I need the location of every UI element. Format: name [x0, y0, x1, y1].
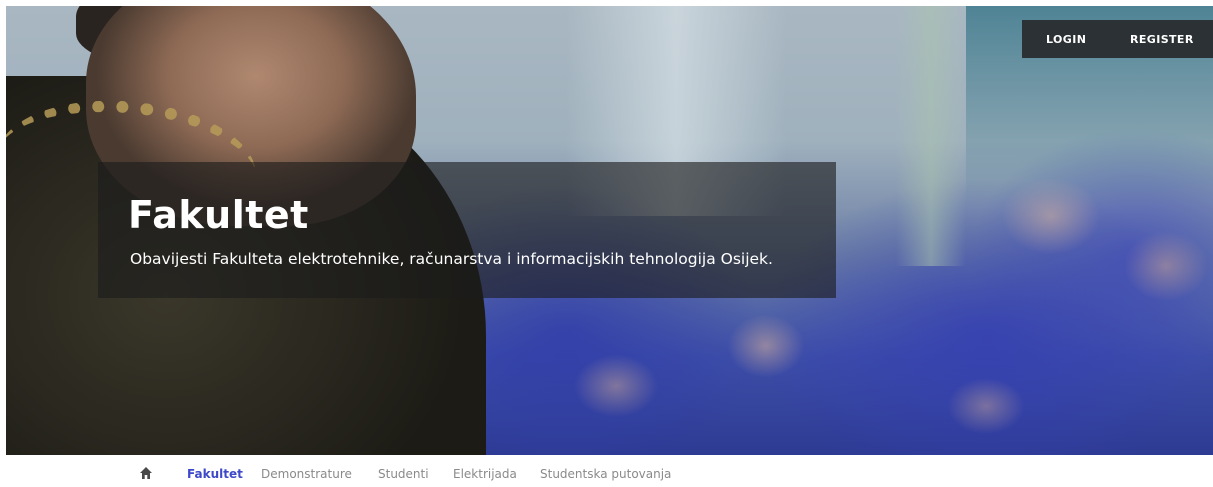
nav-item-studenti[interactable]: Studenti — [378, 467, 429, 481]
register-link[interactable]: REGISTER — [1130, 33, 1194, 46]
nav-item-demonstrature[interactable]: Demonstrature — [261, 467, 352, 481]
auth-bar: LOGIN REGISTER — [1022, 20, 1213, 58]
login-link[interactable]: LOGIN — [1046, 33, 1086, 46]
nav-item-elektrijada[interactable]: Elektrijada — [453, 467, 517, 481]
hero-banner: Fakultet Obavijesti Fakulteta elektroteh… — [6, 6, 1213, 455]
page: Fakultet Obavijesti Fakulteta elektroteh… — [0, 0, 1213, 487]
main-nav: Fakultet Demonstrature Studenti Elektrij… — [0, 462, 1213, 487]
hero-subtitle: Obavijesti Fakulteta elektrotehnike, rač… — [130, 250, 773, 268]
background-pillar — [896, 6, 966, 266]
nav-item-studentska-putovanja[interactable]: Studentska putovanja — [540, 467, 671, 481]
home-icon[interactable] — [139, 466, 153, 480]
nav-item-fakultet[interactable]: Fakultet — [187, 467, 243, 481]
hero-title: Fakultet — [128, 193, 309, 237]
hero-caption: Fakultet Obavijesti Fakulteta elektroteh… — [98, 162, 836, 298]
